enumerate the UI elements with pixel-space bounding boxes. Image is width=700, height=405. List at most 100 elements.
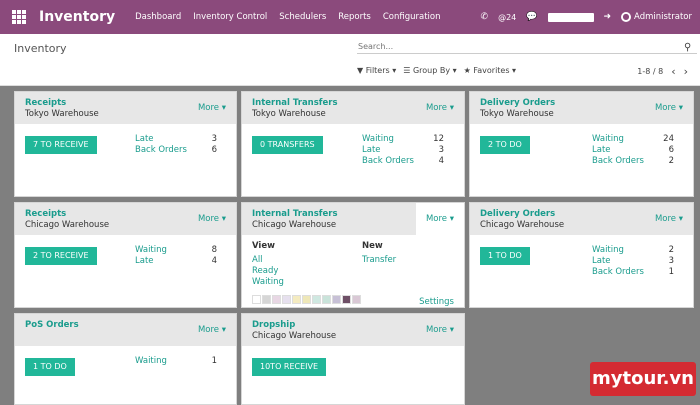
stat-row[interactable]: Back Orders 2 — [592, 156, 674, 167]
card-title[interactable]: Receipts — [25, 98, 66, 108]
stat-value: 4 — [438, 156, 444, 166]
stat-row[interactable]: Late 3 — [592, 256, 674, 267]
settings-link[interactable]: Settings — [419, 297, 454, 307]
card-title[interactable]: Internal Transfers — [252, 209, 338, 219]
more-label: More — [654, 214, 677, 224]
favorites-button[interactable]: ★ Favorites ▾ — [464, 66, 516, 75]
chevron-left-icon[interactable]: ‹ — [671, 65, 675, 78]
card-title[interactable]: Delivery Orders — [480, 98, 555, 108]
stat-row[interactable]: Late 4 — [135, 256, 217, 267]
stat-label: Waiting — [135, 356, 167, 366]
to-do-button[interactable]: 2 TO DO — [480, 136, 530, 154]
sign-in-icon[interactable]: ➜ — [604, 12, 612, 22]
stat-row[interactable]: Back Orders 4 — [362, 156, 444, 167]
view-all-link[interactable]: All — [252, 255, 284, 266]
group-by-button[interactable]: ☰ Group By ▾ — [403, 66, 456, 75]
stat-row[interactable]: Waiting 2 — [592, 245, 674, 256]
view-waiting-link[interactable]: Waiting — [252, 277, 284, 288]
card-title[interactable]: Delivery Orders — [480, 209, 555, 219]
stat-row[interactable]: Waiting 24 — [592, 134, 674, 145]
color-swatch[interactable] — [302, 295, 311, 304]
stat-label: Back Orders — [135, 145, 187, 155]
more-dropdown[interactable]: More ▾ — [198, 103, 226, 113]
transfers-button[interactable]: 0 TRANSFERS — [252, 136, 323, 154]
more-dropdown[interactable]: More ▾ — [426, 103, 454, 113]
color-swatch[interactable] — [262, 295, 271, 304]
navbar-right: ✆ @24 💬 ➜ ● Administrator — [471, 0, 692, 34]
top-navbar: Inventory Dashboard Inventory Control Sc… — [0, 0, 700, 34]
more-dropdown[interactable]: More ▾ — [655, 214, 683, 224]
stat-label: Late — [362, 145, 381, 155]
more-label: More — [425, 103, 448, 113]
more-dropdown[interactable]: More ▾ — [655, 103, 683, 113]
stat-row[interactable]: Late 6 — [592, 145, 674, 156]
chevron-right-icon[interactable]: › — [684, 65, 688, 78]
color-swatch[interactable] — [352, 295, 361, 304]
user-name: Administrator — [634, 12, 692, 22]
stat-row[interactable]: Back Orders 1 — [592, 267, 674, 278]
to-do-button[interactable]: 1 TO DO — [25, 358, 75, 376]
card-subtitle: Chicago Warehouse — [252, 220, 337, 230]
stat-row[interactable]: Back Orders 6 — [135, 145, 217, 156]
color-swatch[interactable] — [282, 295, 291, 304]
card-subtitle: Chicago Warehouse — [252, 331, 337, 341]
stat-value: 8 — [211, 245, 217, 255]
pager: 1-8 / 8 ‹ › — [637, 65, 688, 78]
stat-value: 3 — [668, 256, 674, 266]
stat-row[interactable]: Waiting 12 — [362, 134, 444, 145]
card-dropship: Dropship Chicago Warehouse More ▾ 10TO R… — [241, 313, 465, 405]
phone-icon[interactable]: ✆ — [481, 12, 489, 22]
menu-item-inventory-control[interactable]: Inventory Control — [193, 12, 267, 22]
stat-value: 3 — [438, 145, 444, 155]
apps-grid-icon[interactable] — [12, 10, 26, 24]
color-swatch[interactable] — [252, 295, 261, 304]
color-swatch[interactable] — [272, 295, 281, 304]
card-title[interactable]: Dropship — [252, 320, 295, 330]
menu-item-reports[interactable]: Reports — [338, 12, 371, 22]
navbar-search-box[interactable] — [547, 12, 594, 22]
to-do-button[interactable]: 1 TO DO — [480, 247, 530, 265]
color-swatch[interactable] — [342, 295, 351, 304]
group-by-label: Group By — [412, 66, 451, 75]
stat-row[interactable]: Waiting 8 — [135, 245, 217, 256]
to-receive-button[interactable]: 10TO RECEIVE — [252, 358, 327, 376]
search-icon[interactable]: ⚲ — [684, 42, 691, 53]
stat-row[interactable]: Waiting 1 — [135, 356, 217, 367]
new-transfer-link[interactable]: Transfer — [362, 255, 396, 266]
more-dropdown[interactable]: More ▾ — [426, 325, 454, 335]
user-avatar-icon: ● — [621, 12, 632, 22]
search-input[interactable] — [357, 40, 697, 54]
card-title[interactable]: Internal Transfers — [252, 98, 338, 108]
menu-item-dashboard[interactable]: Dashboard — [135, 12, 181, 22]
stat-value: 12 — [433, 134, 444, 144]
color-swatch[interactable] — [322, 295, 331, 304]
color-swatch[interactable] — [312, 295, 321, 304]
view-ready-link[interactable]: Ready — [252, 266, 284, 277]
new-heading: New — [362, 241, 383, 251]
kanban-area: Receipts Tokyo Warehouse More ▾ 7 TO REC… — [0, 86, 700, 405]
to-receive-button[interactable]: 7 TO RECEIVE — [25, 136, 97, 154]
stat-label: Back Orders — [592, 267, 644, 277]
more-dropdown[interactable]: More ▾ — [426, 214, 454, 224]
to-receive-button[interactable]: 2 TO RECEIVE — [25, 247, 97, 265]
stat-row[interactable]: Late 3 — [135, 134, 217, 145]
card-stats: Late 3 Back Orders 6 — [135, 134, 217, 156]
more-dropdown[interactable]: More ▾ — [198, 325, 226, 335]
color-swatch[interactable] — [292, 295, 301, 304]
card-stats: Waiting 1 — [135, 356, 217, 367]
user-menu[interactable]: ● Administrator — [621, 12, 692, 22]
card-title[interactable]: PoS Orders — [25, 320, 79, 330]
menu-item-configuration[interactable]: Configuration — [383, 12, 441, 22]
stat-row[interactable]: Late 3 — [362, 145, 444, 156]
more-dropdown[interactable]: More ▾ — [198, 214, 226, 224]
card-title[interactable]: Receipts — [25, 209, 66, 219]
card-delivery-orders-chicago: Delivery Orders Chicago Warehouse More ▾… — [469, 202, 694, 308]
stat-label: Waiting — [135, 245, 167, 255]
pager-value[interactable]: 1-8 / 8 — [637, 67, 663, 76]
color-swatch[interactable] — [332, 295, 341, 304]
filters-button[interactable]: ▼ Filters ▾ — [357, 66, 396, 75]
menu-item-schedulers[interactable]: Schedulers — [279, 12, 326, 22]
chat-icon[interactable]: 💬 — [526, 12, 537, 22]
mentions-counter[interactable]: @24 — [498, 13, 516, 22]
card-subtitle: Chicago Warehouse — [25, 220, 110, 230]
